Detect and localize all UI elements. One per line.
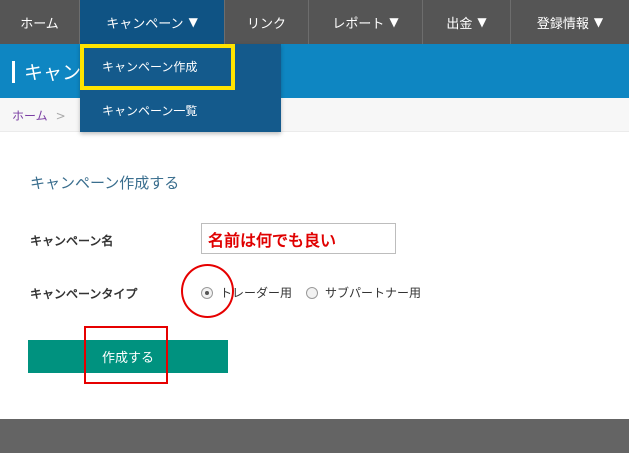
title-bar-decoration — [12, 60, 15, 83]
campaign-dropdown-menu: キャンペーン作成 キャンペーン一覧 — [80, 44, 281, 132]
breadcrumb-separator: > — [55, 109, 66, 123]
nav-item-label: 出金 — [446, 16, 473, 32]
menu-item-label: キャンペーン一覧 — [102, 103, 198, 118]
campaign-name-field[interactable] — [201, 223, 396, 254]
nav-item-link[interactable]: リンク — [225, 0, 309, 44]
nav-item-report[interactable]: レポート ▼ — [309, 0, 423, 44]
nav-item-campaign[interactable]: キャンペーン ▼ — [80, 0, 225, 44]
breadcrumb-home-link[interactable]: ホーム — [12, 109, 48, 123]
radio-subpartner-label[interactable]: サブパートナー用 — [325, 284, 421, 301]
form-section-title: キャンペーン作成する — [30, 174, 180, 192]
nav-item-account[interactable]: 登録情報 ▼ — [511, 0, 629, 44]
chevron-down-icon: ▼ — [593, 15, 604, 29]
nav-item-home[interactable]: ホーム — [0, 0, 80, 44]
nav-item-label: ホーム — [20, 16, 59, 32]
chevron-down-icon: ▼ — [389, 15, 399, 29]
nav-item-withdrawal[interactable]: 出金 ▼ — [423, 0, 511, 44]
nav-item-label: キャンペーン — [106, 16, 184, 32]
page-title: キャン — [12, 58, 81, 85]
nav-item-label: レポート — [332, 16, 385, 32]
radio-trader-label[interactable]: トレーダー用 — [220, 284, 292, 301]
breadcrumb: ホーム > — [12, 107, 66, 124]
top-nav: ホーム キャンペーン ▼ リンク レポート ▼ 出金 ▼ 登録情報 ▼ — [0, 0, 629, 44]
menu-item-create-campaign[interactable]: キャンペーン作成 — [80, 44, 281, 88]
chevron-down-icon: ▼ — [188, 15, 198, 29]
nav-item-label: 登録情報 — [536, 16, 589, 32]
radio-subpartner[interactable] — [306, 286, 319, 299]
campaign-type-radio-group: トレーダー用 サブパートナー用 — [201, 284, 435, 301]
nav-item-label: リンク — [246, 16, 286, 32]
page-title-text: キャン — [24, 62, 82, 84]
campaign-type-label: キャンペーンタイプ — [30, 287, 138, 301]
menu-item-campaign-list[interactable]: キャンペーン一覧 — [80, 88, 281, 132]
radio-trader[interactable] — [201, 286, 213, 299]
create-button[interactable]: 作成する — [28, 340, 228, 373]
page-footer — [0, 419, 629, 453]
menu-item-label: キャンペーン作成 — [102, 59, 198, 74]
chevron-down-icon: ▼ — [477, 15, 487, 29]
campaign-name-label: キャンペーン名 — [30, 234, 114, 248]
